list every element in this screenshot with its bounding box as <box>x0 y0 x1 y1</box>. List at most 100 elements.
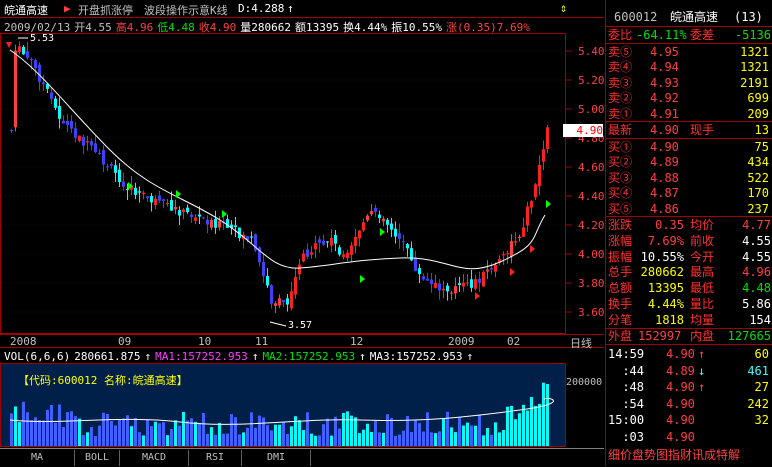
candle-body <box>322 240 325 245</box>
volume-bar <box>210 427 213 446</box>
candle-body <box>374 207 377 212</box>
candle-body <box>418 268 421 275</box>
volume-bar <box>98 425 101 446</box>
volume-bar <box>306 412 309 446</box>
volume-bar <box>510 405 513 446</box>
candle-body <box>26 51 29 58</box>
candle-body <box>78 135 81 141</box>
tick-row[interactable]: 15:00 4.90 32 <box>606 412 772 428</box>
volume-bar <box>278 424 281 446</box>
chart-header: 皖通高速 ▶ 开盘抓涨停 波段操作示意K线 D:4.288 ↑ <box>0 0 604 17</box>
candle-body <box>386 219 389 225</box>
volume-bar <box>506 406 509 446</box>
volume-bar <box>154 421 157 446</box>
candle-body <box>202 217 205 219</box>
candle-body <box>394 228 397 237</box>
sell-level-row[interactable]: 卖④ 4.94 1321 <box>606 59 772 75</box>
volume-bar <box>522 404 525 446</box>
day-line-label[interactable]: 日线 <box>570 335 592 351</box>
volume-bar <box>310 433 313 446</box>
candle-body <box>166 203 169 205</box>
buy-level-row[interactable]: 买① 4.90 75 <box>606 139 772 155</box>
volume-bar <box>58 404 61 446</box>
candle-body <box>182 209 185 213</box>
candle-body <box>546 127 549 149</box>
volume-bar <box>138 432 141 446</box>
candle-body <box>382 218 385 222</box>
price-tick-label: 4.00 <box>578 248 605 261</box>
tick-row[interactable]: :03 4.90 <box>606 429 772 445</box>
candle-body <box>294 276 297 295</box>
candle-body <box>74 128 77 138</box>
stat-row[interactable]: 涨跌 0.35 均价 4.77 <box>606 217 772 233</box>
volume-bar <box>526 410 529 446</box>
panel-footer[interactable]: 细价盘势图指财讯成特解 <box>606 447 772 463</box>
kline-chart-area[interactable]: 皖通高速 ▶ 开盘抓涨停 波段操作示意K线 D:4.288 ↑ ⇕ 2009/0… <box>0 0 605 448</box>
volume-bar <box>218 422 221 446</box>
tab-macd[interactable]: MACD <box>120 450 189 466</box>
buy-level-row[interactable]: 买③ 4.88 522 <box>606 170 772 186</box>
candle-body <box>358 230 361 239</box>
sell-level-row[interactable]: 卖⑤ 4.95 1321 <box>606 44 772 60</box>
volume-bar <box>166 435 169 446</box>
tab-dmi[interactable]: DMI <box>242 450 311 466</box>
buy-level-row[interactable]: 买② 4.89 434 <box>606 154 772 170</box>
volume-bar <box>78 418 81 446</box>
stat-row[interactable]: 换手 4.44% 量比 5.86 <box>606 296 772 312</box>
volume-bar <box>342 412 345 446</box>
tick-row[interactable]: 14:59 4.90 ↑ 60 <box>606 346 772 362</box>
volume-bar <box>462 425 465 446</box>
volume-bar <box>190 418 193 446</box>
volume-bar <box>302 430 305 446</box>
candle-body <box>62 120 65 124</box>
candle-body <box>286 298 289 305</box>
tab-rsi[interactable]: RSI <box>189 450 242 466</box>
candle-body <box>50 92 53 99</box>
buy-level-row[interactable]: 买④ 4.87 170 <box>606 185 772 201</box>
candle-body <box>326 241 329 243</box>
price-tick-label: 3.80 <box>578 277 605 290</box>
stat-row[interactable]: 总额 13395 最低 4.48 <box>606 280 772 296</box>
candle-body <box>478 278 481 283</box>
volume-bar <box>130 426 133 446</box>
candle-body <box>442 288 445 291</box>
indicator-name-1[interactable]: 开盘抓涨停 <box>78 2 133 18</box>
tab-boll[interactable]: BOLL <box>75 450 120 466</box>
candle-body <box>298 264 301 275</box>
buy-level-row[interactable]: 买⑤ 4.86 237 <box>606 201 772 217</box>
stat-row[interactable]: 振幅 10.55% 今开 4.55 <box>606 249 772 265</box>
tick-row[interactable]: :44 4.89 ↓ 461 <box>606 363 772 379</box>
sell-level-row[interactable]: 卖② 4.92 699 <box>606 90 772 106</box>
volume-bar <box>386 414 389 446</box>
candle-body <box>422 276 425 280</box>
tab-ma[interactable]: MA <box>0 450 75 466</box>
candle-body <box>178 210 181 216</box>
candle-body <box>30 59 33 61</box>
candle-body <box>350 245 353 255</box>
volume-bar <box>198 422 201 446</box>
sell-level-row[interactable]: 卖③ 4.93 2191 <box>606 75 772 91</box>
tick-row[interactable]: :48 4.90 ↑ 27 <box>606 379 772 395</box>
sell-level-row[interactable]: 卖① 4.91 209 <box>606 106 772 122</box>
pin-icon[interactable]: ⇕ <box>560 1 567 15</box>
candle-body <box>398 233 401 239</box>
vol-value: 280661.875 <box>74 350 141 363</box>
volume-bar <box>538 403 541 446</box>
panel-title: 600012 皖通高速 (13) <box>606 9 772 25</box>
volume-bar <box>518 413 521 446</box>
volume-bar <box>326 418 329 446</box>
volume-bar <box>66 412 69 446</box>
price-tick-label: 5.40 <box>578 45 605 58</box>
indicator-name-2[interactable]: 波段操作示意K线 <box>144 2 228 18</box>
stat-row[interactable]: 总手 280662 最高 4.96 <box>606 264 772 280</box>
volume-bar <box>222 433 225 446</box>
stat-row[interactable]: 分笔 1818 均量 154 <box>606 312 772 328</box>
change-value: 涨(0.35)7.69% <box>445 21 530 34</box>
candle-body <box>98 152 101 154</box>
candle-body <box>346 252 349 259</box>
volume-info: 【代码:600012 名称:皖通高速】 <box>18 374 188 387</box>
stat-row[interactable]: 涨幅 7.69% 前收 4.55 <box>606 233 772 249</box>
tick-row[interactable]: :54 4.90 242 <box>606 396 772 412</box>
volume-bar <box>146 419 149 446</box>
candle-body <box>390 223 393 230</box>
